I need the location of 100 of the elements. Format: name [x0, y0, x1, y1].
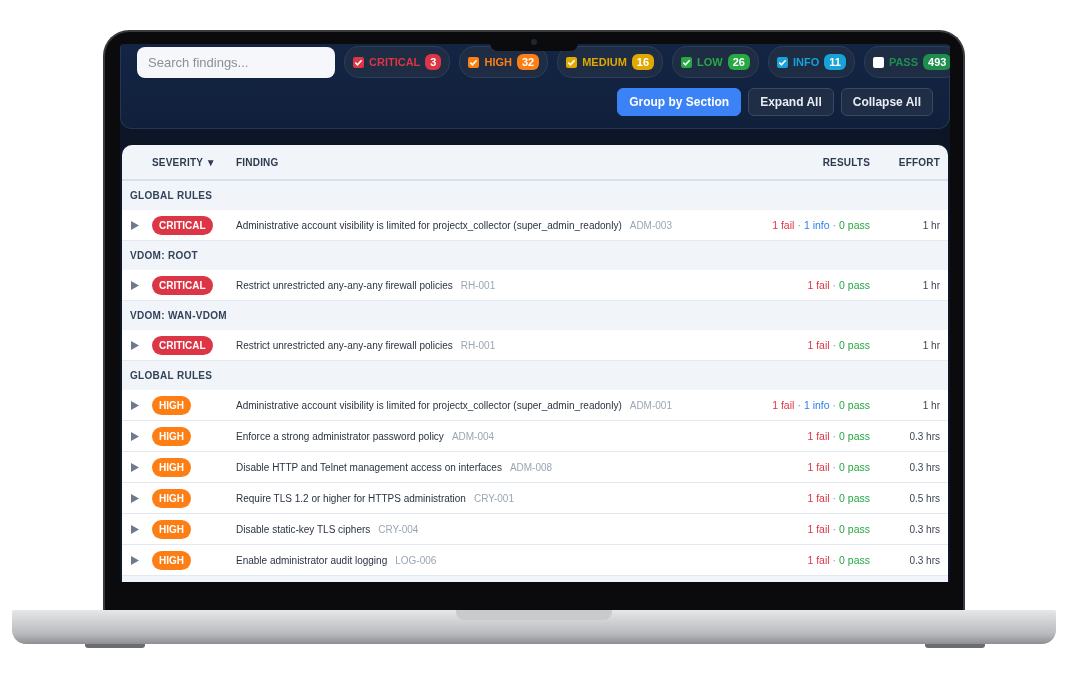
column-header[interactable]: RESULTS: [690, 156, 870, 168]
result-count: 1 fail: [807, 461, 830, 473]
result-count: 1 info: [803, 399, 830, 411]
separator-dot: ·: [832, 399, 837, 411]
search-field[interactable]: Search findings...: [137, 46, 335, 78]
severity-filter[interactable]: INFO 11: [768, 46, 855, 78]
finding-row[interactable]: HIGH Enforce a strong administrator password policy ADM-004 1 fail · 0 pass 0.3 hrs: [122, 421, 948, 452]
severity-filter[interactable]: CRITICAL 3: [344, 46, 451, 78]
rule-id: ADM-004: [451, 430, 495, 442]
severity-badge: HIGH: [152, 457, 191, 477]
severity-badge: CRITICAL: [152, 275, 213, 295]
checkbox[interactable]: [681, 56, 693, 68]
severity-filter[interactable]: LOW 26: [672, 46, 759, 78]
separator-dot: ·: [832, 430, 837, 442]
expand-icon[interactable]: [131, 493, 139, 503]
count-badge: 32: [516, 54, 540, 70]
result-count: 0 pass: [839, 492, 870, 504]
result-count: 0 pass: [839, 399, 870, 411]
checkbox[interactable]: [468, 56, 480, 68]
finding-row[interactable]: HIGH Require TLS 1.2 or higher for HTTPS administration CRY-001 1 fail · 0 pass 0.5 hrs: [122, 483, 948, 514]
count-badge: 16: [631, 54, 655, 70]
effort-value: 0.3 hrs: [909, 523, 940, 535]
severity-badge: CRITICAL: [152, 335, 213, 355]
rule-id: ADM-003: [629, 219, 672, 231]
checkbox[interactable]: [872, 56, 884, 68]
rule-id: CRY-004: [378, 523, 419, 535]
separator-dot: ·: [797, 219, 801, 231]
severity-badge: HIGH: [152, 519, 191, 539]
finding-row[interactable]: HIGH Administrative account visibility is limited for projectx_collector (super_admin_readonly) ADM-001 1 fail · 1 info · 0 pass 1 hr: [122, 390, 948, 421]
count-badge: 11: [824, 54, 846, 70]
section-title: GLOBAL RULES: [130, 190, 213, 201]
severity-filter[interactable]: PASS 493: [863, 46, 950, 78]
finding-title: Disable static-key TLS ciphers: [236, 523, 371, 535]
result-count: 1 fail: [807, 279, 830, 291]
result-count: 1 fail: [807, 554, 830, 566]
finding-title: Disable HTTP and Telnet management access on interfaces: [236, 461, 502, 473]
finding-title: Restrict unrestricted any-any-any firewall policies: [236, 339, 453, 351]
result-count: 1 fail: [807, 492, 830, 504]
effort-value: 0.3 hrs: [909, 554, 940, 566]
expand-icon[interactable]: [131, 524, 139, 534]
result-count: 1 fail: [807, 430, 830, 442]
finding-title: Restrict unrestricted any-any-any firewall policies: [236, 279, 453, 291]
effort-value: 0.3 hrs: [909, 461, 940, 473]
finding-row[interactable]: CRITICAL Restrict unrestricted any-any-any firewall policies RH-001 1 fail · 0 pass 1 hr: [122, 330, 948, 361]
rule-id: CRY-001: [473, 492, 514, 504]
checkbox[interactable]: [353, 56, 364, 68]
toolbar-button[interactable]: Collapse All: [840, 88, 933, 116]
effort-value: 0.3 hrs: [909, 430, 940, 442]
expand-icon[interactable]: [131, 340, 139, 350]
result-count: 0 pass: [839, 554, 870, 566]
severity-badge: CRITICAL: [152, 215, 213, 235]
result-count: 0 pass: [839, 523, 870, 535]
expand-icon[interactable]: [131, 400, 139, 410]
separator-dot: ·: [832, 554, 837, 566]
count-badge: 3: [425, 54, 442, 70]
column-header[interactable]: SEVERITY ▼: [152, 156, 236, 168]
finding-row[interactable]: HIGH Enable administrator audit logging LOG-006 1 fail · 0 pass 0.3 hrs: [122, 545, 948, 576]
finding-title: Enable administrator audit logging: [236, 554, 388, 566]
separator-dot: ·: [832, 492, 837, 504]
expand-icon[interactable]: [131, 555, 139, 565]
section-title: VDOM: WAN-VDOM: [130, 310, 227, 321]
severity-filter[interactable]: MEDIUM 16: [557, 46, 664, 78]
result-count: 1 fail: [772, 399, 795, 411]
result-count: 1 fail: [807, 523, 830, 535]
separator-dot: ·: [832, 219, 837, 231]
finding-row[interactable]: HIGH Disable static-key TLS ciphers CRY-004 1 fail · 0 pass 0.3 hrs: [122, 514, 948, 545]
toolbar-button[interactable]: Group by Section: [617, 88, 742, 116]
result-count: 0 pass: [839, 461, 870, 473]
checkbox[interactable]: [566, 56, 578, 68]
separator-dot: ·: [832, 523, 837, 535]
result-count: 0 pass: [839, 430, 870, 442]
rule-id: RH-001: [460, 339, 496, 351]
expand-icon[interactable]: [131, 280, 139, 290]
column-header[interactable]: EFFORT: [870, 156, 948, 168]
expand-icon[interactable]: [131, 462, 139, 472]
section-title: GLOBAL RULES: [130, 370, 213, 381]
effort-value: 1 hr: [922, 279, 940, 291]
checkbox[interactable]: [777, 56, 788, 68]
effort-value: 0.5 hrs: [909, 492, 940, 504]
result-count: 0 pass: [839, 219, 870, 231]
column-header[interactable]: FINDING: [236, 156, 690, 168]
expand-icon[interactable]: [131, 220, 139, 230]
finding-row[interactable]: HIGH Disable HTTP and Telnet management access on interfaces ADM-008 1 fail · 0 pass 0.3 hrs: [122, 452, 948, 483]
finding-title: Administrative account visibility is limited for projectx_collector (super_admin_readonly): [236, 399, 622, 411]
severity-badge: HIGH: [152, 426, 191, 446]
separator-dot: ·: [832, 279, 837, 291]
effort-value: 1 hr: [922, 219, 940, 231]
separator-dot: ·: [832, 339, 837, 351]
finding-row[interactable]: CRITICAL Restrict unrestricted any-any-any firewall policies RH-001 1 fail · 0 pass 1 hr: [122, 270, 948, 301]
result-count: 0 pass: [839, 339, 870, 351]
severity-badge: HIGH: [152, 488, 191, 508]
rule-id: LOG-006: [395, 554, 437, 566]
count-badge: 493: [923, 54, 950, 70]
finding-row[interactable]: CRITICAL Administrative account visibility is limited for projectx_collector (super_admin_readonly) ADM-003 1 fail · 1 info · 0 pass 1 hr: [122, 210, 948, 241]
separator-dot: ·: [832, 461, 837, 473]
expand-icon[interactable]: [131, 431, 139, 441]
toolbar-button[interactable]: Expand All: [748, 88, 834, 116]
result-count: 1 fail: [772, 219, 795, 231]
section-title: VDOM: ROOT: [130, 250, 198, 261]
severity-badge: HIGH: [152, 395, 191, 415]
